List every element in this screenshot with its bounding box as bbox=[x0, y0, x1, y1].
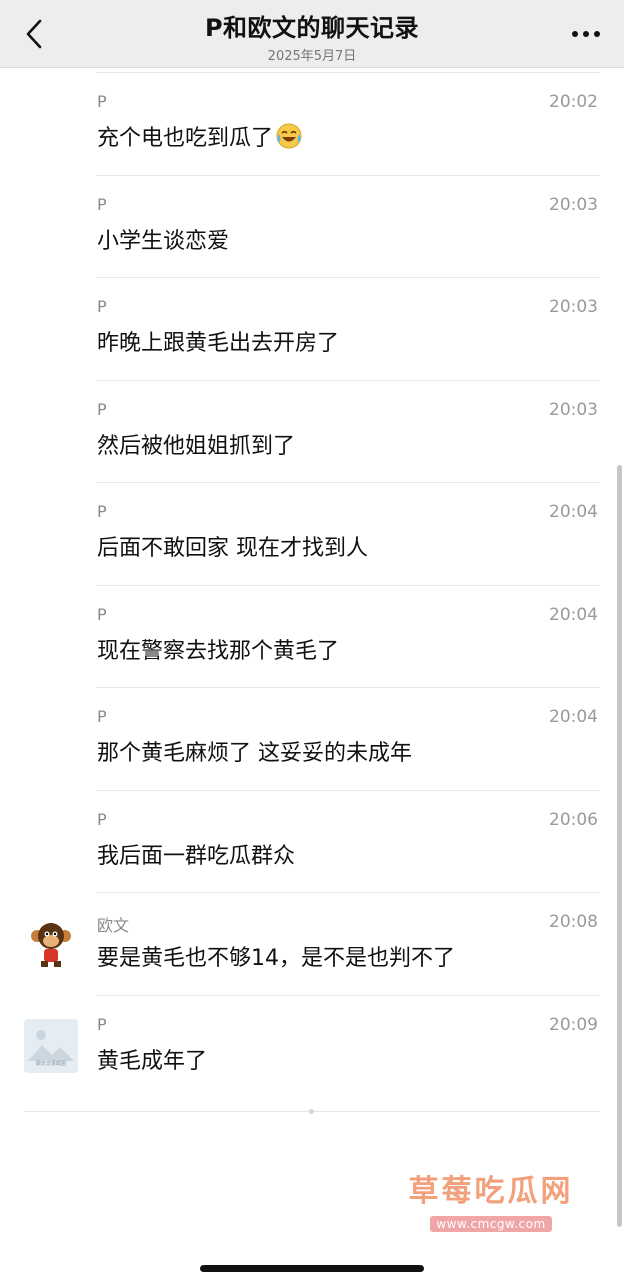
message-time: 20:04 bbox=[549, 604, 598, 625]
list-item[interactable]: P 20:06 我后面一群吃瓜群众 bbox=[0, 789, 624, 893]
message-time: 20:06 bbox=[549, 809, 598, 830]
sender-name: P bbox=[97, 399, 107, 419]
avatar[interactable] bbox=[24, 916, 78, 970]
divider bbox=[96, 277, 600, 278]
more-dots-icon bbox=[572, 31, 600, 37]
watermark-url: www.cmcgw.com bbox=[430, 1216, 552, 1232]
message-time: 20:03 bbox=[549, 297, 598, 317]
chat-history-header: P和欧文的聊天记录 2025年5月7日 bbox=[0, 0, 624, 68]
divider bbox=[96, 174, 600, 176]
avatar[interactable]: 聊天记录截图 bbox=[24, 1018, 78, 1073]
list-item[interactable]: P 20:03 昨晚上跟黄毛出去开房了 bbox=[0, 277, 624, 380]
more-button[interactable] bbox=[566, 16, 606, 52]
list-item[interactable]: 欧文 20:08 要是黄毛也不够14，是不是也判不了 bbox=[0, 892, 624, 995]
message-time: 20:08 bbox=[549, 912, 598, 932]
list-item[interactable]: P 20:04 那个黄毛麻烦了 这妥妥的未成年 bbox=[0, 687, 624, 790]
message-time: 20:03 bbox=[549, 399, 598, 420]
divider bbox=[96, 379, 600, 381]
message-text: 昨晚上跟黄毛出去开房了 bbox=[97, 331, 340, 356]
avatar-caption: 聊天记录截图 bbox=[35, 1060, 66, 1067]
list-item[interactable]: P 20:02 充个电也吃到瓜了 bbox=[0, 72, 624, 175]
message-text: 要是黄毛也不够14，是不是也判不了 bbox=[97, 946, 455, 971]
divider bbox=[96, 482, 600, 483]
monkey-avatar-icon bbox=[24, 916, 78, 970]
header-title-block: P和欧文的聊天记录 2025年5月7日 bbox=[0, 8, 624, 64]
divider bbox=[96, 687, 600, 688]
watermark: 草莓吃瓜网 www.cmcgw.com bbox=[396, 1166, 586, 1232]
list-item[interactable]: P 20:03 然后被他姐姐抓到了 bbox=[0, 379, 624, 483]
message-time: 20:09 bbox=[549, 1014, 598, 1035]
message-text: 小学生谈恋爱 bbox=[97, 228, 230, 254]
scrollbar[interactable] bbox=[617, 465, 622, 1227]
divider bbox=[96, 789, 600, 791]
message-text: 那个黄毛麻烦了 这妥妥的未成年 bbox=[97, 741, 412, 766]
divider bbox=[96, 994, 600, 996]
sender-name: P bbox=[97, 604, 107, 624]
message-time: 20:02 bbox=[549, 92, 598, 112]
message-time: 20:03 bbox=[549, 194, 598, 215]
sender-name: 欧文 bbox=[97, 916, 130, 935]
message-text: 充个电也吃到瓜了 bbox=[97, 126, 274, 151]
message-time: 20:04 bbox=[549, 707, 598, 727]
page-date: 2025年5月7日 bbox=[267, 49, 357, 64]
sender-name: P bbox=[97, 502, 107, 521]
list-end-dot bbox=[309, 1109, 314, 1114]
watermark-title: 草莓吃瓜网 bbox=[408, 1174, 574, 1209]
list-item[interactable]: P 20:04 后面不敢回家 现在才找到人 bbox=[0, 482, 624, 585]
divider bbox=[96, 72, 600, 73]
sender-name: P bbox=[97, 809, 107, 829]
sender-name: P bbox=[97, 707, 107, 726]
divider bbox=[96, 584, 600, 586]
message-text: 然后被他姐姐抓到了 bbox=[97, 433, 296, 459]
list-item[interactable]: P 20:03 小学生谈恋爱 bbox=[0, 174, 624, 278]
divider bbox=[96, 892, 600, 893]
home-indicator[interactable] bbox=[200, 1265, 424, 1272]
sender-name: P bbox=[97, 1014, 107, 1034]
list-item[interactable]: 聊天记录截图 P 20:09 黄毛成年了 bbox=[0, 994, 624, 1098]
sender-name: P bbox=[97, 92, 107, 111]
sender-name: P bbox=[97, 194, 107, 214]
message-text: 现在警察去找那个黄毛了 bbox=[97, 638, 340, 664]
message-text: 后面不敢回家 现在才找到人 bbox=[97, 536, 368, 561]
list-item[interactable]: P 20:04 现在警察去找那个黄毛了 bbox=[0, 584, 624, 688]
crying-laughing-emoji-icon bbox=[276, 123, 302, 149]
message-text: 我后面一群吃瓜群众 bbox=[97, 843, 296, 869]
sender-name: P bbox=[97, 297, 107, 316]
message-list[interactable]: P 20:02 充个电也吃到瓜了 P 20:03 小学生谈恋爱 P 20:03 … bbox=[0, 72, 624, 1097]
message-text: 黄毛成年了 bbox=[97, 1048, 208, 1074]
message-text-row: 充个电也吃到瓜了 bbox=[97, 120, 303, 152]
page-title: P和欧文的聊天记录 bbox=[204, 14, 420, 42]
message-time: 20:04 bbox=[549, 502, 598, 522]
